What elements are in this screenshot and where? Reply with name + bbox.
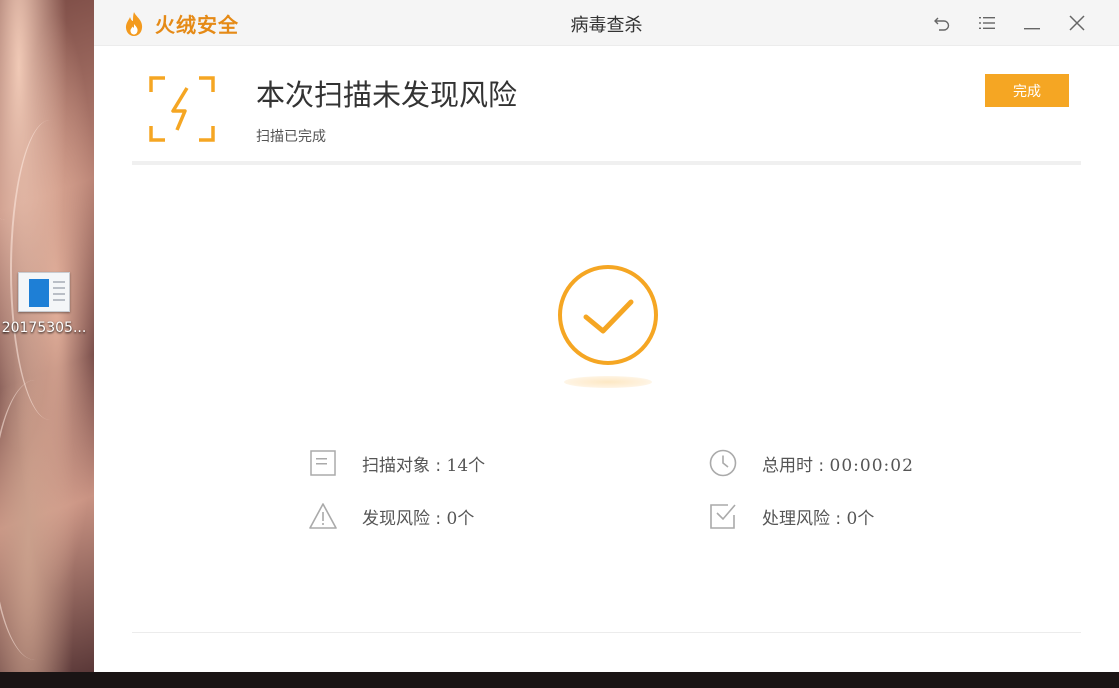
back-icon — [933, 17, 949, 31]
title-bar: 火绒安全 病毒查杀 — [94, 0, 1119, 46]
stat-risks-found: 发现风险 : 0个 — [308, 501, 474, 531]
success-indicator — [556, 264, 660, 392]
scan-result-title: 本次扫描未发现风险 — [256, 78, 518, 112]
desktop-wallpaper: 20175305... — [0, 0, 94, 672]
section-divider — [132, 161, 1081, 165]
wallpaper-strand — [0, 380, 80, 660]
stat-risks-handled: 处理风险 : 0个 — [708, 501, 874, 531]
footer-divider — [132, 632, 1081, 633]
app-window: 火绒安全 病毒查杀 本次扫描未发现风险 扫描已完成 完成 扫描对象: 14个 … — [94, 0, 1119, 672]
check-shadow — [564, 376, 652, 388]
brand-name: 火绒安全 — [155, 13, 239, 37]
close-icon — [1068, 15, 1085, 31]
stat-label: 扫描对象 : — [362, 455, 447, 476]
stat-label: 发现风险 : — [362, 508, 447, 529]
warning-icon — [309, 503, 337, 529]
check-circle-icon — [558, 265, 658, 365]
stat-elapsed-time: 总用时 : 00:00:02 — [708, 448, 914, 478]
clock-icon — [709, 449, 737, 477]
done-button[interactable]: 完成 — [985, 74, 1069, 107]
document-thumbnail-icon — [18, 272, 70, 312]
stat-scan-targets: 扫描对象 : 14个 — [308, 448, 485, 478]
menu-button[interactable] — [964, 10, 1009, 36]
document-icon — [310, 450, 336, 476]
close-button[interactable] — [1054, 10, 1099, 36]
elapsed-time-value: 00:00:02 — [829, 455, 914, 476]
risks-found-value: 0个 — [446, 508, 475, 529]
minimize-icon — [1023, 28, 1040, 30]
window-title: 病毒查杀 — [570, 15, 643, 36]
flame-logo-icon — [125, 11, 143, 36]
menu-icon — [978, 17, 995, 29]
wallpaper-strand — [10, 120, 90, 420]
stat-label: 处理风险 : — [762, 508, 847, 529]
window-controls — [919, 10, 1099, 36]
brand-logo: 火绒安全 — [122, 9, 239, 38]
scan-bolt-icon — [149, 76, 215, 142]
minimize-button[interactable] — [1009, 10, 1054, 36]
scan-targets-value: 14个 — [446, 455, 486, 476]
desktop-file-icon[interactable]: 20175305... — [0, 272, 88, 336]
back-button[interactable] — [919, 10, 964, 36]
desktop-file-label: 20175305... — [1, 320, 87, 336]
risks-handled-value: 0个 — [846, 508, 875, 529]
scan-status-text: 扫描已完成 — [256, 129, 326, 145]
stat-label: 总用时 : — [762, 455, 830, 476]
taskbar — [0, 672, 1119, 688]
checkbox-handled-icon — [710, 504, 736, 529]
